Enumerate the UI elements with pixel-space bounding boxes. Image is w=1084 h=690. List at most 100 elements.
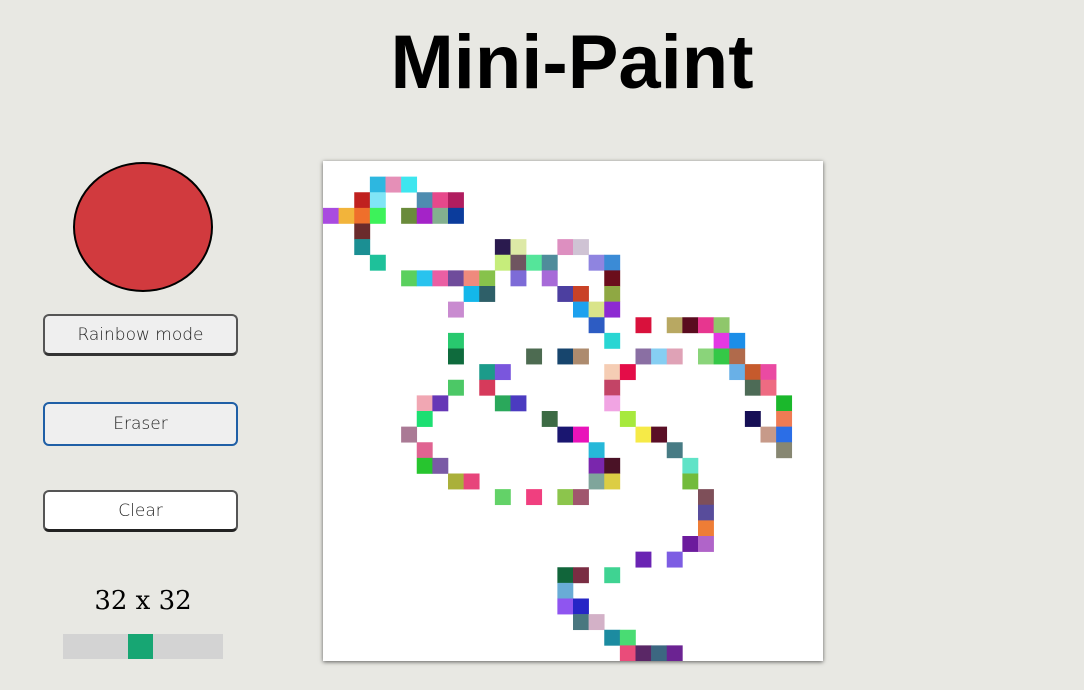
grid-cell[interactable] [588, 317, 605, 334]
grid-cell[interactable] [448, 192, 464, 209]
grid-cell[interactable] [619, 364, 636, 381]
grid-cell[interactable] [510, 239, 527, 256]
grid-cell[interactable] [448, 270, 464, 287]
grid-cell[interactable] [698, 348, 714, 365]
grid-cell[interactable] [760, 364, 777, 381]
grid-cell[interactable] [448, 379, 464, 396]
grid-cell[interactable] [604, 301, 621, 318]
grid-cell[interactable] [448, 348, 464, 365]
grid-cell[interactable] [416, 207, 433, 224]
grid-cell[interactable] [401, 270, 418, 287]
grid-cell[interactable] [588, 301, 605, 318]
grid-cell[interactable] [588, 473, 605, 490]
grid-cell[interactable] [635, 348, 652, 365]
grid-cell[interactable] [354, 239, 371, 256]
grid-cell[interactable] [729, 348, 746, 365]
grid-cell[interactable] [729, 364, 746, 381]
grid-cell[interactable] [651, 645, 668, 661]
grid-cell[interactable] [604, 332, 621, 349]
grid-cell[interactable] [666, 551, 683, 568]
grid-cell[interactable] [776, 426, 793, 443]
grid-cell[interactable] [573, 426, 589, 443]
grid-cell[interactable] [619, 645, 636, 661]
grid-size-slider-thumb[interactable] [128, 634, 153, 659]
grid-cell[interactable] [416, 442, 433, 459]
grid-cell[interactable] [557, 489, 574, 506]
grid-cell[interactable] [463, 270, 480, 287]
grid-cell[interactable] [760, 379, 777, 396]
grid-cell[interactable] [698, 317, 714, 334]
grid-cell[interactable] [635, 645, 652, 661]
grid-cell[interactable] [479, 364, 496, 381]
grid-cell[interactable] [682, 473, 699, 490]
grid-cell[interactable] [369, 192, 386, 209]
grid-cell[interactable] [713, 348, 730, 365]
grid-cell[interactable] [369, 207, 386, 224]
grid-cell[interactable] [448, 473, 464, 490]
grid-cell[interactable] [604, 379, 621, 396]
grid-cell[interactable] [416, 192, 433, 209]
grid-size-slider[interactable] [63, 634, 223, 659]
grid-cell[interactable] [432, 457, 449, 474]
grid-cell[interactable] [573, 598, 589, 615]
grid-cell[interactable] [448, 332, 464, 349]
grid-cell[interactable] [557, 286, 574, 302]
grid-cell[interactable] [588, 614, 605, 631]
grid-cell[interactable] [713, 332, 730, 349]
grid-cell[interactable] [604, 629, 621, 646]
grid-cell[interactable] [573, 614, 589, 631]
grid-cell[interactable] [604, 395, 621, 412]
grid-cell[interactable] [682, 457, 699, 474]
grid-cell[interactable] [510, 270, 527, 287]
grid-cell[interactable] [479, 286, 496, 302]
grid-cell[interactable] [416, 411, 433, 427]
grid-cell[interactable] [588, 254, 605, 271]
grid-cell[interactable] [354, 192, 371, 209]
grid-cell[interactable] [401, 176, 418, 193]
grid-cell[interactable] [635, 317, 652, 334]
grid-cell[interactable] [604, 286, 621, 302]
pixel-grid[interactable] [323, 161, 823, 661]
grid-cell[interactable] [698, 536, 714, 552]
grid-cell[interactable] [432, 395, 449, 412]
eraser-button[interactable]: Eraser [43, 402, 238, 446]
grid-cell[interactable] [401, 207, 418, 224]
grid-cell[interactable] [369, 254, 386, 271]
grid-cell[interactable] [635, 551, 652, 568]
grid-cell[interactable] [666, 317, 683, 334]
grid-cell[interactable] [666, 348, 683, 365]
grid-cell[interactable] [573, 286, 589, 302]
grid-cell[interactable] [557, 426, 574, 443]
grid-cell[interactable] [776, 442, 793, 459]
grid-cell[interactable] [338, 207, 355, 224]
grid-cell[interactable] [744, 364, 761, 381]
grid-cell[interactable] [729, 332, 746, 349]
grid-cell[interactable] [557, 567, 574, 584]
grid-cell[interactable] [541, 254, 558, 271]
grid-cell[interactable] [526, 348, 543, 365]
grid-cell[interactable] [666, 442, 683, 459]
color-picker-swatch[interactable] [73, 162, 213, 292]
grid-cell[interactable] [510, 254, 527, 271]
grid-cell[interactable] [604, 254, 621, 271]
grid-cell[interactable] [776, 411, 793, 427]
grid-cell[interactable] [401, 426, 418, 443]
grid-cell[interactable] [494, 239, 511, 256]
grid-cell[interactable] [526, 489, 543, 506]
rainbow-mode-button[interactable]: Rainbow mode [43, 314, 238, 356]
grid-cell[interactable] [416, 457, 433, 474]
grid-cell[interactable] [557, 348, 574, 365]
grid-cell[interactable] [604, 457, 621, 474]
grid-cell[interactable] [713, 317, 730, 334]
grid-cell[interactable] [573, 239, 589, 256]
grid-cell[interactable] [416, 270, 433, 287]
grid-cell[interactable] [463, 286, 480, 302]
grid-cell[interactable] [573, 348, 589, 365]
grid-cell[interactable] [651, 426, 668, 443]
grid-cell[interactable] [666, 645, 683, 661]
grid-cell[interactable] [760, 426, 777, 443]
grid-cell[interactable] [604, 567, 621, 584]
grid-cell[interactable] [385, 176, 402, 193]
grid-cell[interactable] [354, 223, 371, 240]
grid-cell[interactable] [448, 301, 464, 318]
